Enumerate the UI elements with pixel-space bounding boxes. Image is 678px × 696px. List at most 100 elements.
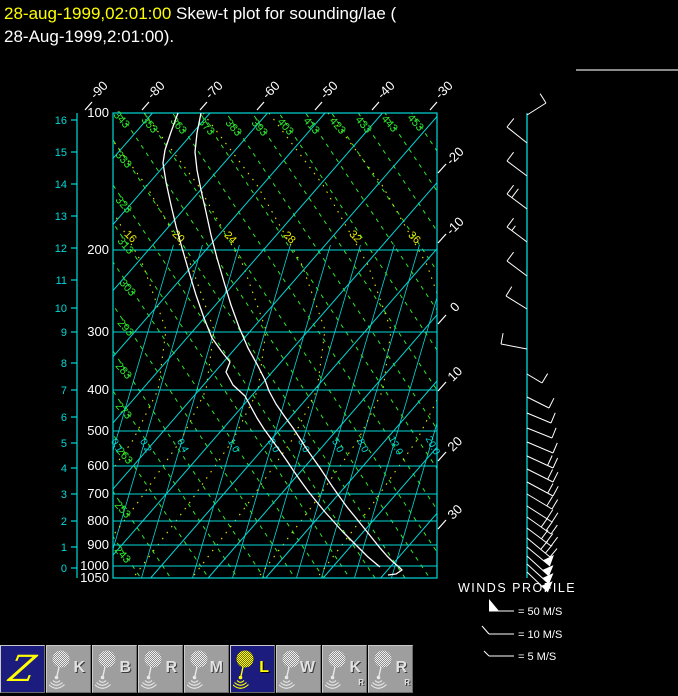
toolbar-button-sub-letter: R: [404, 678, 410, 687]
svg-text:11: 11: [56, 275, 67, 287]
svg-text:-40: -40: [374, 78, 398, 102]
toolbar-button-letter: B: [119, 659, 131, 676]
svg-text:303: 303: [117, 277, 138, 299]
toolbar-button-k[interactable]: K: [46, 645, 91, 693]
height-axis: 161514131211109876543210: [55, 113, 78, 578]
toolbar-button-b[interactable]: B: [92, 645, 137, 693]
skewt-plot: 1002003004005006007008009001000105016151…: [55, 78, 576, 663]
toolbar-button-rr[interactable]: RR: [368, 645, 413, 693]
svg-text:293: 293: [115, 317, 136, 339]
svg-text:333: 333: [113, 149, 134, 171]
toolbar-button-letter: L: [259, 659, 269, 676]
toolbar-button-w[interactable]: W: [276, 645, 321, 693]
svg-text:413: 413: [301, 115, 322, 137]
svg-text:14: 14: [55, 179, 67, 191]
svg-text:-50: -50: [317, 78, 341, 102]
svg-text:15: 15: [55, 147, 67, 159]
svg-text:243: 243: [112, 544, 133, 566]
pressure-axis-labels: 10020030040050060070080090010001050: [80, 105, 109, 585]
svg-text:-20: -20: [443, 144, 467, 168]
isotherm-lines: [113, 113, 437, 578]
toolbar: ZKBRMLWKRRR: [0, 645, 413, 693]
svg-text:9: 9: [61, 327, 67, 339]
toolbar-button-letter: W: [299, 659, 315, 676]
svg-text:383: 383: [223, 117, 244, 139]
svg-text:-10: -10: [443, 214, 467, 238]
svg-text:0: 0: [61, 563, 67, 575]
svg-text:12: 12: [55, 243, 67, 255]
svg-text:393: 393: [249, 117, 270, 139]
svg-text:700: 700: [87, 486, 109, 501]
temperature-trace: [194, 112, 403, 576]
toolbar-button-l[interactable]: L: [230, 645, 275, 693]
svg-text:0.2: 0.2: [137, 437, 153, 455]
svg-text:20: 20: [444, 433, 465, 454]
svg-text:-80: -80: [144, 78, 168, 102]
svg-text:283: 283: [113, 360, 134, 382]
svg-text:0: 0: [447, 299, 463, 315]
svg-text:443: 443: [379, 113, 400, 135]
svg-text:-90: -90: [87, 78, 111, 102]
svg-text:8: 8: [61, 358, 67, 370]
svg-text:16: 16: [55, 115, 67, 127]
svg-text:5.0: 5.0: [329, 437, 345, 455]
balloon-icon: [141, 650, 162, 689]
svg-text:453: 453: [405, 112, 426, 134]
svg-text:-60: -60: [259, 78, 283, 102]
temperature-axis-labels: -90 -80 -70 -60 -50 -40 -30 -20 -10 0 10 20 30: [84, 78, 467, 530]
svg-text:-70: -70: [202, 78, 226, 102]
toolbar-button-kr[interactable]: KR: [322, 645, 367, 693]
line-labels: 343333323313303293283273263253243353 363 3…: [108, 109, 442, 566]
wind-profile: WINDS PROFILE: [458, 93, 576, 595]
svg-text:600: 600: [87, 458, 109, 473]
svg-text:433: 433: [353, 114, 374, 136]
toolbar-button-m[interactable]: M: [184, 645, 229, 693]
svg-text:400: 400: [87, 382, 109, 397]
svg-text:13: 13: [55, 211, 67, 223]
svg-text:8.0: 8.0: [354, 437, 370, 455]
svg-text:353: 353: [139, 114, 160, 136]
svg-text:2: 2: [61, 516, 67, 528]
toolbar-button-z[interactable]: Z: [0, 645, 45, 693]
balloon-icon: [325, 650, 346, 689]
toolbar-button-sub-letter: R: [358, 678, 364, 687]
svg-text:2.0: 2.0: [265, 437, 281, 455]
toolbar-button-letter: K: [73, 659, 85, 676]
toolbar-button-r[interactable]: R: [138, 645, 183, 693]
svg-text:300: 300: [87, 324, 109, 339]
svg-text:10: 10: [55, 303, 67, 315]
svg-text:500: 500: [87, 423, 109, 438]
svg-text:3: 3: [61, 489, 67, 501]
toolbar-button-letter: R: [165, 659, 177, 676]
wind-legend-label: = 5 M/S: [518, 651, 556, 663]
svg-text:1: 1: [61, 542, 67, 554]
svg-text:1050: 1050: [80, 570, 109, 585]
toolbar-button-letter: R: [395, 659, 407, 676]
wind-legend-label: = 50 M/S: [518, 606, 562, 618]
svg-text:5: 5: [61, 438, 67, 450]
svg-text:423: 423: [327, 115, 348, 137]
svg-text:4: 4: [61, 463, 67, 475]
winds-profile-label: WINDS PROFILE: [458, 581, 576, 595]
svg-text:-30: -30: [432, 78, 456, 102]
svg-text:100: 100: [87, 105, 109, 120]
svg-text:7: 7: [61, 385, 67, 397]
balloon-icon: [49, 650, 70, 689]
svg-text:1.0: 1.0: [225, 437, 241, 455]
svg-text:200: 200: [87, 242, 109, 257]
svg-text:253: 253: [112, 499, 133, 521]
moist-adiabat-lines: [113, 113, 437, 578]
svg-text:30: 30: [444, 501, 465, 522]
svg-text:323: 323: [113, 194, 134, 216]
svg-text:0.4: 0.4: [174, 437, 190, 455]
svg-text:403: 403: [275, 116, 296, 138]
balloon-icon: [95, 650, 116, 689]
balloon-icon: [371, 650, 392, 689]
svg-text:20.0: 20.0: [423, 435, 442, 458]
svg-text:900: 900: [87, 537, 109, 552]
svg-text:800: 800: [87, 513, 109, 528]
svg-text:12.0: 12.0: [386, 435, 405, 458]
svg-text:6: 6: [61, 412, 67, 424]
logo-z-icon: Z: [5, 648, 40, 690]
wind-legend: = 50 M/S = 10 M/S = 5 M/S: [481, 599, 562, 663]
